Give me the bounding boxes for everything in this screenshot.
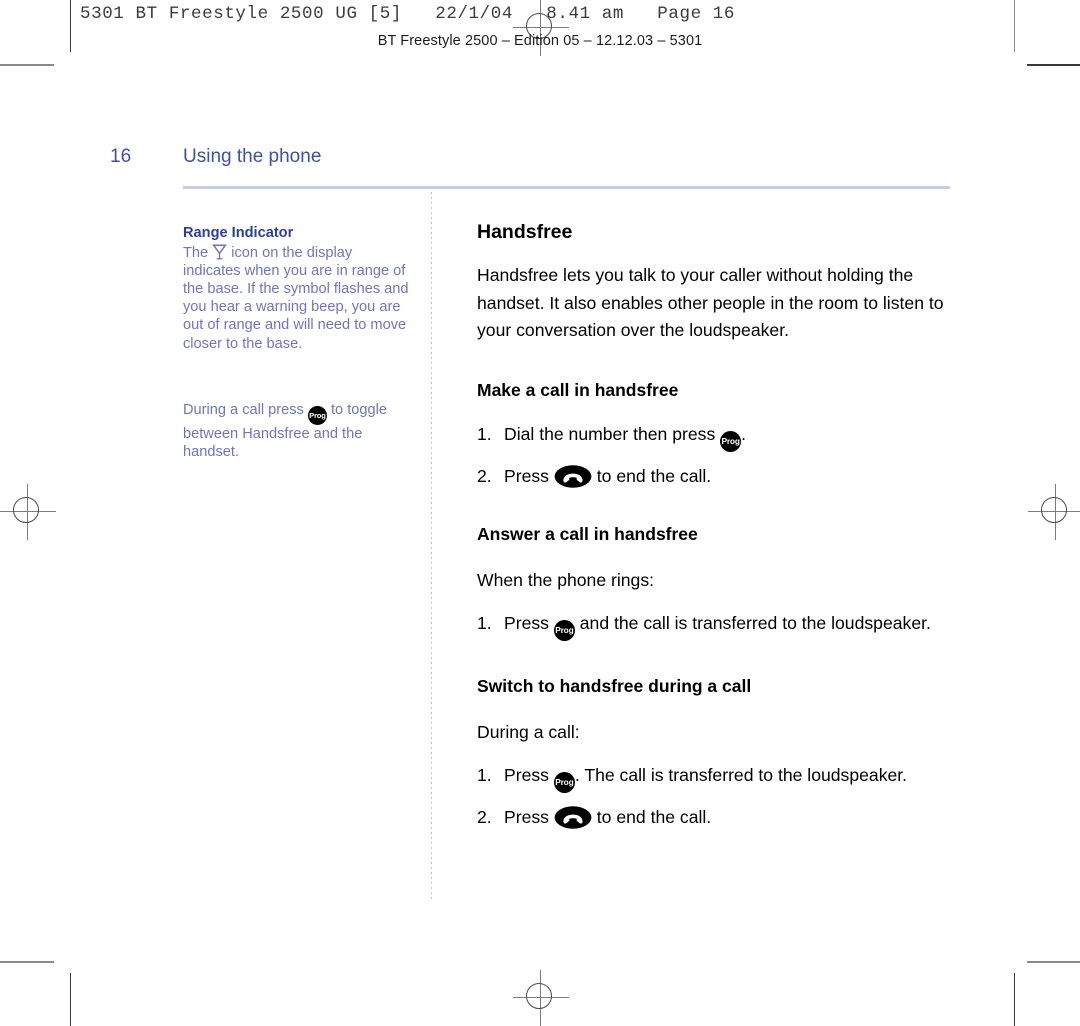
step-number: 1. [477,423,492,444]
list-item: 2. Press to end the call. [477,804,955,830]
step-number: 2. [477,465,492,486]
registration-mark-circle [13,497,39,523]
step-text-before-icon: Dial the number then press [504,423,721,444]
step-number: 2. [477,806,492,827]
registration-mark-left [0,484,56,540]
note-range-indicator: Range Indicator The icon on the display … [183,224,413,353]
list-item: 1. Dial the number then press Prog. [477,421,955,452]
crop-mark-top-right-horizontal [1027,64,1080,66]
end-call-key-icon [554,805,592,829]
lead-paragraph-answer-a-call: When the phone rings: [477,569,655,590]
registration-mark-circle [526,983,552,1009]
page-number: 16 [110,146,132,167]
prog-key-icon: Prog [307,405,327,425]
step-text-before-icon: Press [504,612,554,633]
step-list-switch-to-handsfree: 1. Press Prog. The call is transferred to… [477,762,955,830]
column-divider [431,192,432,900]
step-number: 1. [477,612,492,633]
step-text-before-icon: Press [504,465,554,486]
step-text-after-icon: to end the call. [591,806,712,827]
step-text-after-icon: to end the call. [591,465,712,486]
subsection-heading-answer-a-call: Answer a call in handsfree [477,523,698,544]
list-item: 2. Press to end the call. [477,463,955,489]
step-text-after-icon: and the call is transferred to the louds… [574,612,931,633]
note-text-before-icon: The [183,244,213,261]
list-item: 1. Press Prog. The call is transferred to… [477,762,955,793]
page-title: Using the phone [183,146,322,167]
registration-mark-right [1028,484,1080,540]
list-item: 1. Press Prog and the call is transferred… [477,610,955,641]
prog-key-icon: Prog [553,619,575,641]
note-text-before-icon: During a call press [183,401,308,418]
note-title: Range Indicator [183,225,294,241]
prog-key-icon: Prog [720,430,742,452]
registration-mark-bottom [513,970,569,1026]
section-heading-handsfree: Handsfree [477,221,573,243]
intro-paragraph: Handsfree lets you talk to your caller w… [477,265,944,340]
step-list-answer-a-call: 1. Press Prog and the call is transferred… [477,610,955,641]
step-text-before-icon: Press [504,764,554,785]
registration-mark-circle [1041,497,1067,523]
subsection-heading-make-a-call: Make a call in handsfree [477,379,679,400]
step-text-before-icon: Press [504,806,554,827]
step-list-make-a-call: 1. Dial the number then press Prog. 2. Pre… [477,421,955,489]
header-rule [183,186,950,189]
end-call-key-icon [554,464,592,488]
antenna-icon [212,243,228,260]
edition-footer-line: BT Freestyle 2500 – Edition 05 – 12.12.0… [377,33,703,49]
crop-mark-bottom-left-horizontal [0,961,54,963]
step-text-after-icon: . [741,423,747,444]
subsection-heading-switch-to-handsfree: Switch to handsfree during a call [477,675,752,696]
sidebar-notes: Range Indicator The icon on the display … [183,224,413,461]
prog-key-icon: Prog [553,771,575,793]
crop-mark-top-left-horizontal [0,64,54,66]
note-text-after-icon: icon on the display indicates when you a… [183,244,409,352]
page-header: 16 Using the phone [0,146,1080,180]
main-content: Handsfree Handsfree lets you talk to you… [477,220,955,841]
step-number: 1. [477,764,492,785]
step-text-after-icon: . The call is transferred to the loudspe… [574,764,908,785]
lead-paragraph-switch-to-handsfree: During a call: [477,721,580,742]
crop-mark-bottom-right-vertical [1014,973,1016,1026]
crop-mark-bottom-right-horizontal [1027,961,1080,963]
crop-mark-bottom-left-vertical [70,973,72,1026]
print-slug-line: 5301 BT Freestyle 2500 UG [5] 22/1/04 8.… [80,4,736,24]
note-handsfree-toggle: During a call press Prog to toggle betwe… [183,401,413,461]
